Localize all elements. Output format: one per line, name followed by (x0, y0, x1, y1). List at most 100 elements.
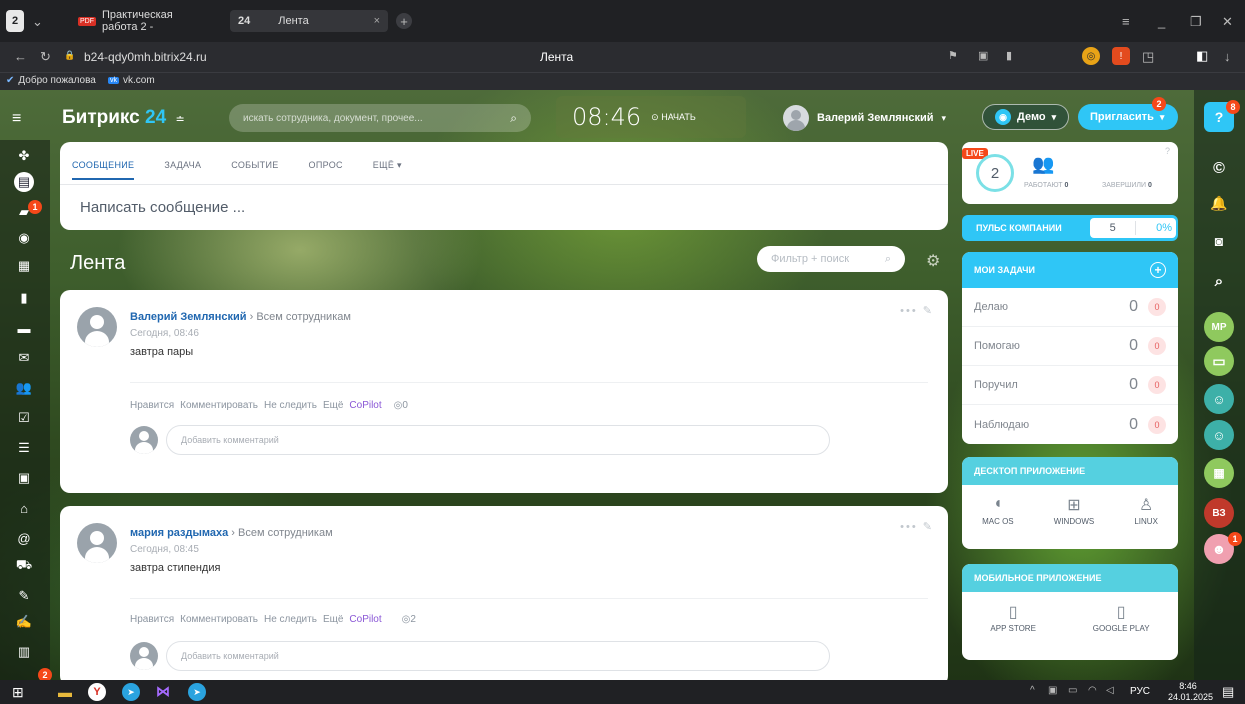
filter-icon[interactable]: ☰ (14, 438, 34, 458)
comment-input[interactable]: Добавить комментарий (166, 425, 830, 455)
bookmark-welcome[interactable]: ✔ Добро пожалова (6, 75, 96, 86)
avatar-mp[interactable]: MP (1204, 312, 1234, 342)
search-input[interactable]: искать сотрудника, документ, прочее... ⌕ (229, 104, 531, 132)
users-icon[interactable]: 👥 (14, 378, 34, 398)
reader-icon[interactable]: ▣ (978, 49, 988, 62)
clock[interactable]: 8:46 24.01.2025 (1168, 681, 1213, 703)
post-recipients[interactable]: Всем сотрудникам (238, 527, 333, 539)
extensions-puzzle-icon[interactable]: ◳ (1142, 49, 1154, 65)
wifi-icon[interactable]: ◠ (1088, 685, 1097, 696)
browser-tab-feed[interactable]: 24 Лента × (230, 10, 388, 32)
translate-icon[interactable]: ⚑ (948, 49, 958, 62)
telegram-icon[interactable]: ➤ (122, 683, 140, 701)
profile-icon[interactable]: ◧ (1196, 48, 1208, 64)
search-icon[interactable]: ⌕ (1204, 266, 1234, 296)
download-icon[interactable]: ↓ (1224, 49, 1231, 64)
yandex-browser-icon[interactable]: Y (88, 683, 106, 701)
minimize-icon[interactable]: _ (1158, 14, 1165, 29)
filter-search-input[interactable]: Фильтр + поиск ⌕ (757, 246, 905, 272)
feed-icon[interactable]: ▤ (14, 172, 34, 192)
notifications-icon[interactable]: ▤ (1222, 684, 1234, 700)
mail-icon[interactable]: ✉ (14, 348, 34, 368)
crm-icon[interactable]: ▣ (14, 468, 34, 488)
user-group-icon[interactable]: ☺ (1204, 420, 1234, 450)
analytics-icon[interactable]: ▥ (14, 642, 34, 662)
bookmark-icon[interactable]: ▮ (1006, 49, 1012, 62)
hamburger-icon[interactable]: ≡ (12, 110, 21, 128)
extension-icon[interactable]: ◎ (1082, 47, 1100, 65)
windows-link[interactable]: ⊞ WINDOWS (1054, 495, 1094, 526)
post-author[interactable]: мария раздымаха (130, 527, 228, 539)
browser-tab-pdf[interactable]: PDF Практическая работа 2 - (70, 9, 218, 33)
shield-icon[interactable]: ! (1112, 47, 1130, 65)
gear-icon[interactable]: ⚙ (926, 251, 940, 271)
unfollow-button[interactable]: Не следить (264, 400, 317, 411)
copilot-icon[interactable]: ◉ (14, 228, 34, 248)
home-icon[interactable]: ⌂ (14, 498, 34, 518)
at-icon[interactable]: @ (14, 528, 34, 548)
google-play-link[interactable]: ▯ GOOGLE PLAY (1093, 602, 1150, 633)
document-icon[interactable]: ▮ (14, 288, 34, 308)
post-menu[interactable]: ••• ✎ (900, 520, 934, 533)
like-button[interactable]: Нравится (130, 614, 174, 625)
tasks-icon[interactable]: ☑ (14, 408, 34, 428)
table-icon[interactable]: ▦ (1204, 458, 1234, 488)
tab-poll[interactable]: ОПРОС (309, 160, 343, 180)
macos-link[interactable]: ◖ MAC OS (982, 495, 1014, 526)
restore-icon[interactable]: ❐ (1190, 14, 1202, 30)
chat-bubble-icon[interactable]: ◙ (1204, 226, 1234, 256)
comment-input[interactable]: Добавить комментарий (166, 641, 830, 671)
add-task-icon[interactable]: + (1150, 262, 1166, 278)
copilot-button[interactable]: CoPilot (349, 400, 381, 411)
unfollow-button[interactable]: Не следить (264, 614, 317, 625)
close-window-icon[interactable]: ✕ (1222, 14, 1233, 30)
post-author[interactable]: Валерий Землянский (130, 311, 247, 323)
visual-studio-icon[interactable]: ⋈ (156, 683, 170, 700)
brand-logo[interactable]: Битрикс 24 ≐ (62, 107, 185, 129)
group-chat-icon[interactable]: ▭ (1204, 346, 1234, 376)
volume-icon[interactable]: ◁ (1106, 685, 1114, 696)
more-button[interactable]: Ещё (323, 614, 343, 625)
language-indicator[interactable]: РУС (1130, 686, 1150, 697)
tab-task[interactable]: ЗАДАЧА (164, 160, 201, 180)
tasks-title[interactable]: МОИ ЗАДАЧИ (974, 265, 1035, 275)
tab-counter[interactable]: 2 (6, 10, 24, 32)
task-row[interactable]: Делаю 0 0 (962, 288, 1178, 327)
chevron-down-icon[interactable]: ⌄ (32, 14, 43, 30)
work-day-clock[interactable]: 08:46 ⊙ НАЧАТЬ (556, 96, 746, 138)
post-menu[interactable]: ••• ✎ (900, 304, 934, 317)
edit-icon[interactable]: ✎ (14, 586, 34, 606)
company-pulse[interactable]: ПУЛЬС КОМПАНИИ 5 0% (962, 215, 1178, 241)
cart-icon[interactable]: ⛟ (14, 556, 34, 576)
comment-button[interactable]: Комментировать (180, 400, 258, 411)
bookmark-vk[interactable]: vk vk.com (108, 75, 155, 86)
menu-icon[interactable]: ≡ (1122, 14, 1130, 29)
user-menu[interactable]: Валерий Землянский ▾ (783, 105, 946, 131)
close-icon[interactable]: × (374, 15, 380, 27)
task-row[interactable]: Помогаю 0 0 (962, 327, 1178, 366)
help-icon[interactable]: ? (1165, 146, 1170, 156)
message-input[interactable]: Написать сообщение ... (60, 184, 948, 230)
back-icon[interactable]: ← (14, 49, 27, 64)
avatar-b3[interactable]: ВЗ (1204, 498, 1234, 528)
url-text[interactable]: b24-qdy0mh.bitrix24.ru (84, 50, 207, 64)
post-date[interactable]: Сегодня, 08:45 (130, 544, 199, 555)
drive-icon[interactable]: ▬ (14, 318, 34, 338)
tab-event[interactable]: СОБЫТИЕ (231, 160, 278, 180)
tab-more[interactable]: ЕЩЁ ▾ (373, 160, 402, 180)
comment-button[interactable]: Комментировать (180, 614, 258, 625)
new-tab-icon[interactable]: + (396, 13, 412, 29)
sign-icon[interactable]: ✍ (14, 612, 34, 632)
calendar-icon[interactable]: ▦ (14, 256, 34, 276)
post-date[interactable]: Сегодня, 08:46 (130, 328, 199, 339)
copilot-icon[interactable]: © (1204, 154, 1234, 184)
demo-button[interactable]: ◉ Демо ▾ (982, 104, 1070, 130)
tray-chevron-icon[interactable]: ^ (1030, 685, 1035, 696)
employee-count[interactable]: 2 (976, 154, 1014, 192)
tray-app-icon[interactable]: ▣ (1048, 685, 1057, 696)
reload-icon[interactable]: ↻ (40, 49, 51, 65)
start-day-button[interactable]: ⊙ НАЧАТЬ (651, 112, 696, 123)
user-group-icon[interactable]: ☺ (1204, 384, 1234, 414)
post-recipients[interactable]: Всем сотрудникам (256, 311, 351, 323)
app-store-link[interactable]: ▯ APP STORE (990, 602, 1036, 633)
